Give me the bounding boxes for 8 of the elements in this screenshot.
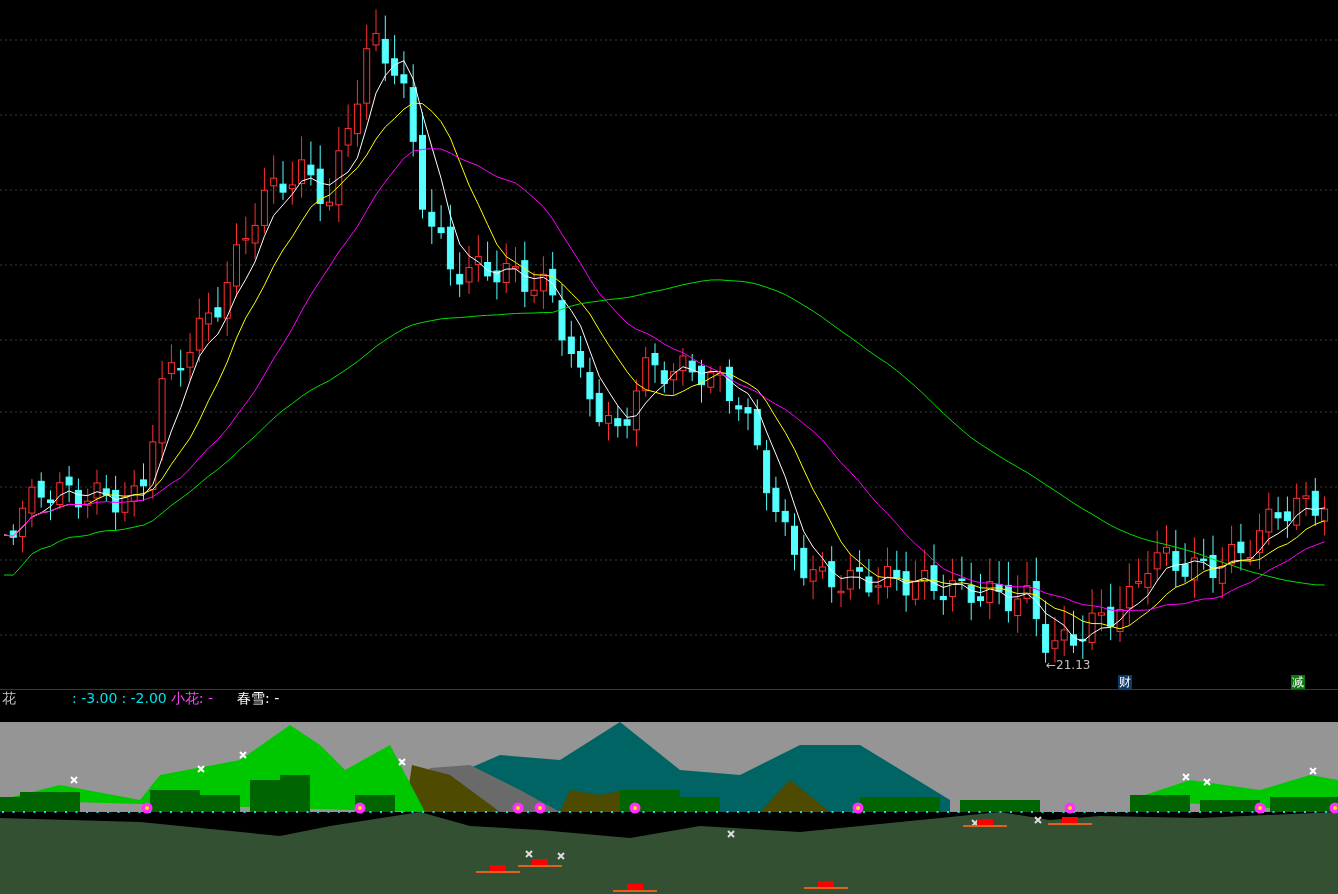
indicator-legend: 花 xyxy=(2,690,16,722)
indicator-legend: : -3.00 xyxy=(72,690,118,722)
price-label: ←21.13 xyxy=(1046,658,1091,672)
indicator-legend: 小花: - xyxy=(170,690,213,722)
indicator-legend: : -2.00 xyxy=(121,690,167,722)
indicator-legend: 春雪: - xyxy=(237,690,280,722)
signal-marker: 减 xyxy=(1291,675,1305,689)
signal-marker: 财 xyxy=(1118,675,1132,689)
